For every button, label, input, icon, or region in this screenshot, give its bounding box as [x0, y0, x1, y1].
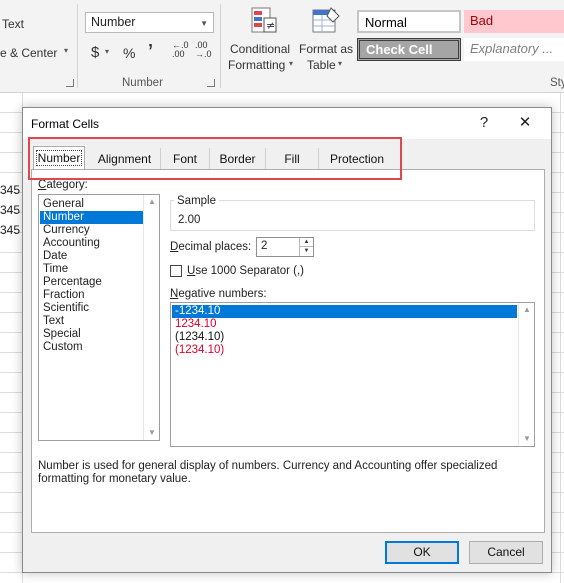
ribbon: Text e & Center ▾ Number ▼ $ ▾ % ’ ←.0.0… — [0, 0, 564, 93]
dialog-titlebar[interactable]: Format Cells ? ✕ — [23, 108, 551, 139]
chevron-down-icon: ▾ — [338, 59, 343, 68]
merge-center-button[interactable]: e & Center — [0, 46, 57, 60]
style-bad[interactable]: Bad — [464, 10, 564, 33]
number-dialog-launcher-icon[interactable] — [207, 79, 215, 87]
currency-dropdown-arrow-icon[interactable]: ▾ — [105, 47, 109, 56]
category-item-special[interactable]: Special — [40, 328, 143, 341]
chevron-down-icon: ▾ — [289, 59, 294, 68]
ribbon-separator — [220, 4, 221, 88]
spin-down-icon[interactable]: ▼ — [300, 247, 313, 256]
conditional-formatting-button-line2[interactable]: Formatting — [228, 58, 285, 72]
sample-groupbox — [170, 200, 535, 231]
number-tab-panel: Category: General Number Currency Accoun… — [31, 169, 545, 533]
merge-dropdown-arrow-icon[interactable]: ▾ — [64, 46, 68, 55]
category-item-accounting[interactable]: Accounting — [40, 237, 143, 250]
scroll-up-icon[interactable]: ▲ — [144, 195, 160, 209]
negative-item[interactable]: (1234.10) — [172, 331, 517, 344]
cell-value[interactable]: 345 — [0, 203, 20, 217]
svg-text:≠: ≠ — [266, 19, 275, 32]
use-separator-checkbox[interactable] — [170, 265, 182, 277]
spin-up-icon[interactable]: ▲ — [300, 238, 313, 247]
style-normal[interactable]: Normal — [357, 10, 461, 33]
dialog-title: Format Cells — [31, 117, 100, 131]
alignment-dialog-launcher-icon[interactable] — [66, 79, 74, 87]
format-as-table-button-line2[interactable]: Table — [307, 58, 336, 72]
use-separator-label[interactable]: Use 1000 Separator (,) — [187, 265, 304, 277]
category-item-percentage[interactable]: Percentage — [40, 276, 143, 289]
negative-item[interactable]: 1234.10 — [172, 318, 517, 331]
category-scrollbar[interactable]: ▲ ▼ — [143, 195, 159, 440]
negative-item[interactable]: -1234.10 — [172, 305, 517, 318]
format-as-table-button[interactable]: Format as — [299, 42, 353, 56]
styles-group-label: Sty — [550, 77, 564, 89]
category-listbox[interactable]: General Number Currency Accounting Date … — [38, 194, 160, 441]
sample-label: Sample — [174, 195, 219, 207]
category-item-number[interactable]: Number — [40, 211, 143, 224]
sample-value: 2.00 — [178, 214, 201, 226]
style-check-cell[interactable]: Check Cell — [357, 38, 461, 61]
cell-value[interactable]: 345 — [0, 223, 20, 237]
chevron-down-icon: ▼ — [200, 19, 208, 28]
grid-column-line — [560, 93, 561, 583]
percent-style-button[interactable]: % — [123, 45, 135, 61]
tabs-highlight-box — [28, 137, 402, 180]
category-item-scientific[interactable]: Scientific — [40, 302, 143, 315]
negative-numbers-scrollbar[interactable]: ▲ ▼ — [518, 303, 534, 446]
scroll-down-icon[interactable]: ▼ — [519, 432, 535, 446]
category-item-general[interactable]: General — [40, 198, 143, 211]
category-item-time[interactable]: Time — [40, 263, 143, 276]
decimal-places-label: Decimal places: — [170, 241, 252, 253]
increase-decimal-button[interactable]: ←.0.00 — [172, 41, 189, 59]
help-button[interactable]: ? — [472, 112, 496, 134]
format-cells-dialog: Format Cells ? ✕ Number Alignment Font B… — [22, 107, 552, 573]
category-item-date[interactable]: Date — [40, 250, 143, 263]
negative-item[interactable]: (1234.10) — [172, 344, 517, 357]
conditional-formatting-button[interactable]: Conditional — [230, 42, 290, 56]
decimal-places-spinner[interactable]: ▲ ▼ — [299, 238, 313, 256]
currency-format-button[interactable]: $ — [91, 44, 99, 61]
comma-style-button[interactable]: ’ — [148, 41, 153, 62]
negative-numbers-label: Negative numbers: — [170, 288, 267, 300]
cell-value[interactable]: 345 — [0, 183, 20, 197]
category-label: Category: — [38, 179, 88, 191]
ok-button[interactable]: OK — [385, 541, 459, 564]
category-item-fraction[interactable]: Fraction — [40, 289, 143, 302]
category-description: Number is used for general display of nu… — [38, 460, 498, 485]
scroll-down-icon[interactable]: ▼ — [144, 426, 160, 440]
category-item-custom[interactable]: Custom — [40, 341, 143, 354]
cancel-button[interactable]: Cancel — [469, 541, 543, 564]
wrap-text-button[interactable]: Text — [2, 17, 24, 31]
number-group-label: Number — [122, 77, 163, 89]
ribbon-separator — [77, 4, 78, 88]
negative-numbers-listbox[interactable]: -1234.10 1234.10 (1234.10) (1234.10) ▲ ▼ — [170, 302, 535, 447]
decrease-decimal-button[interactable]: .00 →.0 — [195, 41, 212, 59]
scroll-up-icon[interactable]: ▲ — [519, 303, 535, 317]
number-format-dropdown[interactable]: Number ▼ — [85, 12, 214, 33]
style-explanatory[interactable]: Explanatory ... — [464, 38, 564, 61]
conditional-formatting-icon[interactable]: ≠ — [250, 6, 278, 36]
number-format-value: Number — [91, 15, 136, 29]
format-as-table-icon[interactable] — [311, 6, 341, 36]
category-item-currency[interactable]: Currency — [40, 224, 143, 237]
close-button[interactable]: ✕ — [513, 112, 537, 134]
category-item-text[interactable]: Text — [40, 315, 143, 328]
